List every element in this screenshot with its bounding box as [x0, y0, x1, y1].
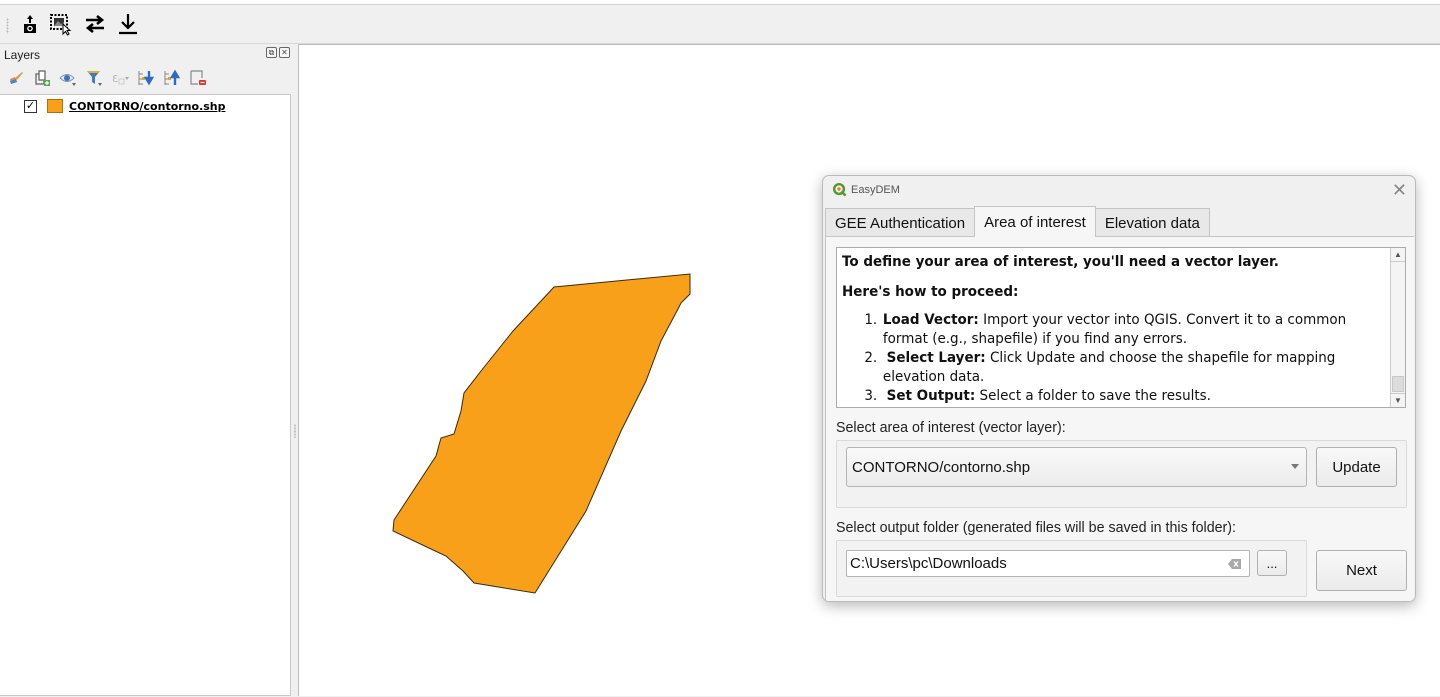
instructions-steps: 1. Load Vector: Import your vector into …	[842, 311, 1391, 406]
step-number: 2.	[864, 350, 878, 366]
step-title: Load Vector:	[882, 312, 979, 328]
step-title: Set Output:	[886, 388, 976, 404]
scroll-down-button[interactable]: ▼	[1391, 393, 1405, 407]
instructions-subheading: Here's how to proceed:	[842, 284, 1019, 300]
clear-input-icon[interactable]	[1228, 559, 1241, 569]
easydem-dialog: EasyDEM ✕ GEE Authentication Area of int…	[822, 175, 1416, 602]
step-item: 2. Select Layer: Click Update and choose…	[864, 349, 1390, 387]
aoi-group: CONTORNO/contorno.shp Update	[836, 440, 1407, 508]
browse-folder-button[interactable]: ...	[1257, 550, 1287, 576]
output-folder-input[interactable]: C:\Users\pc\Downloads	[846, 550, 1250, 577]
step-item: 1. Load Vector: Import your vector into …	[864, 311, 1390, 349]
next-button[interactable]: Next	[1316, 550, 1407, 591]
output-folder-label: Select output folder (generated files wi…	[836, 519, 1237, 536]
dialog-title: EasyDEM	[851, 184, 900, 196]
tab-gee-authentication[interactable]: GEE Authentication	[825, 208, 976, 237]
instructions-scrollbar[interactable]: ▲ ▼	[1390, 248, 1405, 407]
step-text: Select a folder to save the results.	[975, 388, 1211, 404]
scroll-up-button[interactable]: ▲	[1391, 248, 1405, 262]
tab-elevation-data[interactable]: Elevation data	[1094, 208, 1210, 237]
instructions-textbox[interactable]: To define your area of interest, you'll …	[836, 247, 1406, 408]
dialog-close-button[interactable]: ✕	[1392, 180, 1407, 200]
area-of-interest-pane: To define your area of interest, you'll …	[825, 236, 1414, 601]
dialog-titlebar[interactable]: EasyDEM ✕	[823, 176, 1415, 205]
scroll-thumb[interactable]	[1392, 376, 1404, 392]
chevron-down-icon	[1291, 464, 1299, 469]
step-title: Select Layer:	[886, 350, 986, 366]
aoi-selected-value: CONTORNO/contorno.shp	[852, 458, 1031, 476]
aoi-polygon[interactable]	[392, 273, 691, 594]
step-number: 3.	[864, 388, 878, 404]
instructions-heading: To define your area of interest, you'll …	[842, 254, 1279, 270]
step-item: 3. Set Output: Select a folder to save t…	[864, 387, 1390, 406]
output-folder-group: C:\Users\pc\Downloads ...	[836, 540, 1307, 597]
aoi-layer-combobox[interactable]: CONTORNO/contorno.shp	[846, 447, 1307, 487]
step-number: 1.	[864, 312, 878, 328]
output-folder-value: C:\Users\pc\Downloads	[850, 555, 1007, 572]
aoi-label: Select area of interest (vector layer):	[836, 419, 1066, 436]
dialog-tabs: GEE Authentication Area of interest Elev…	[825, 206, 1210, 237]
update-button[interactable]: Update	[1316, 447, 1397, 487]
tab-area-of-interest[interactable]: Area of interest	[974, 206, 1096, 237]
qgis-logo-icon	[832, 182, 847, 197]
